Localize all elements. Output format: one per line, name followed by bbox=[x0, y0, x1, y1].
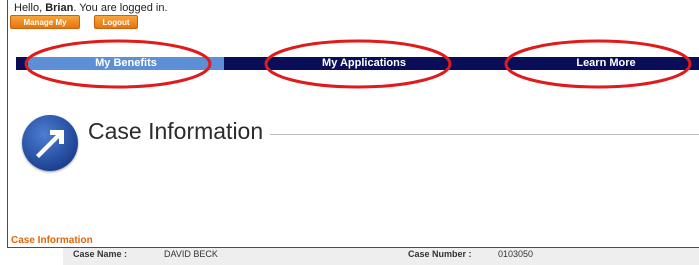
page-frame: Hello, Brian. You are logged in. Manage … bbox=[7, 0, 699, 265]
tab-my-applications[interactable]: My Applications bbox=[274, 57, 454, 70]
tab-learn-more[interactable]: Learn More bbox=[516, 57, 696, 70]
login-greeting: Hello, Brian. You are logged in. bbox=[14, 2, 168, 14]
greeting-suffix: . You are logged in. bbox=[73, 2, 168, 14]
arrow-icon bbox=[22, 115, 78, 171]
greeting-prefix: Hello, bbox=[14, 2, 46, 14]
case-name-label: Case Name : bbox=[73, 249, 128, 259]
tab-my-benefits[interactable]: My Benefits bbox=[28, 57, 224, 70]
user-name: Brian bbox=[45, 2, 74, 14]
section-title: Case Information bbox=[11, 235, 93, 246]
case-name-value: DAVID BECK bbox=[164, 249, 218, 259]
case-number-value: 0103050 bbox=[498, 249, 534, 259]
page-title: Case Information bbox=[88, 118, 264, 144]
logout-button[interactable]: Logout bbox=[94, 15, 138, 29]
title-divider bbox=[270, 134, 699, 135]
case-number-label: Case Number : bbox=[408, 249, 472, 259]
main-navigation-bar: My Benefits My Applications Learn More bbox=[16, 57, 699, 70]
manage-my-account-button[interactable]: Manage My Account bbox=[10, 15, 80, 41]
case-info-row bbox=[63, 248, 699, 265]
